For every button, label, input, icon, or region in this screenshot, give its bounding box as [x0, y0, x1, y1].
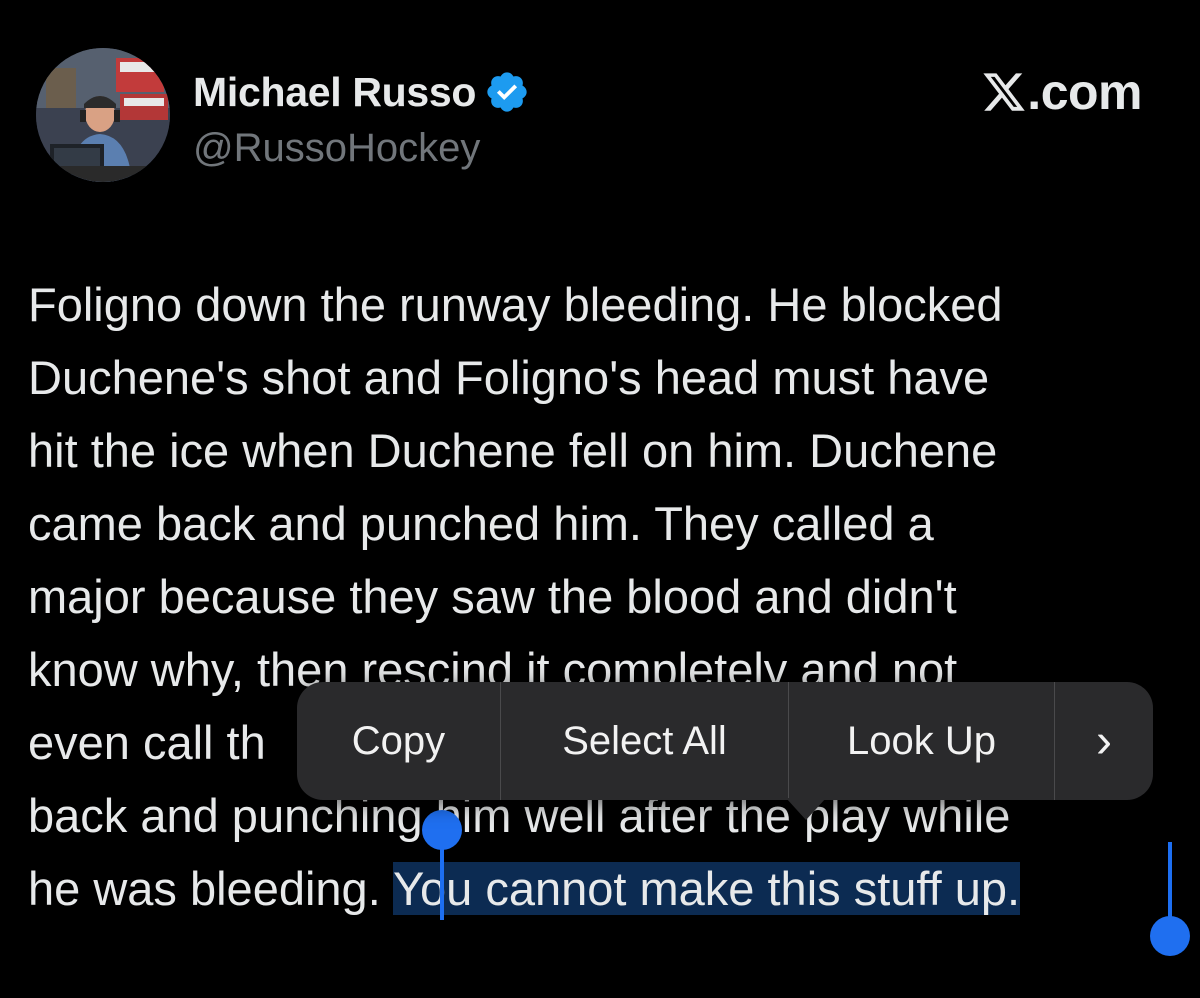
brand-text: .com	[1027, 64, 1142, 120]
author-name-row: Michael Russo	[193, 66, 530, 118]
verified-badge-icon	[487, 72, 527, 112]
brand-watermark: .com	[981, 62, 1142, 122]
display-name[interactable]: Michael Russo	[193, 69, 476, 116]
menu-pointer	[786, 798, 826, 820]
tweet-header: Michael Russo @RussoHockey .com	[0, 0, 1200, 200]
tweet-line: Duchene's shot and Foligno's head must h…	[28, 351, 990, 404]
selection-start-handle[interactable]	[422, 810, 462, 850]
tweet-line-prefix: he was bleeding.	[28, 862, 393, 915]
x-logo-icon	[983, 73, 1026, 111]
select-all-menu-item[interactable]: Select All	[501, 682, 789, 800]
tweet-line: major because they saw the blood and did…	[28, 570, 957, 623]
selection-start-caret	[440, 842, 444, 920]
tweet-line: hit the ice when Duchene fell on him. Du…	[28, 424, 998, 477]
author-handle[interactable]: @RussoHockey	[193, 126, 480, 171]
copy-menu-item[interactable]: Copy	[297, 682, 501, 800]
avatar-photo	[36, 48, 170, 182]
more-menu-button[interactable]: ›	[1055, 682, 1153, 800]
text-context-menu: Copy Select All Look Up ›	[297, 682, 1153, 800]
tweet-line-last: he was bleeding. You cannot make this st…	[28, 852, 1021, 925]
selected-text[interactable]: You cannot make this stuff up.	[392, 862, 1021, 915]
look-up-menu-item[interactable]: Look Up	[789, 682, 1055, 800]
selection-end-caret	[1168, 842, 1172, 920]
chevron-right-icon: ›	[1096, 714, 1112, 768]
tweet-line: Foligno down the runway bleeding. He blo…	[28, 278, 1003, 331]
avatar[interactable]	[36, 48, 170, 182]
selection-end-handle[interactable]	[1150, 916, 1190, 956]
tweet-line: came back and punched him. They called a	[28, 497, 934, 550]
tweet-line: even call th	[28, 716, 266, 769]
